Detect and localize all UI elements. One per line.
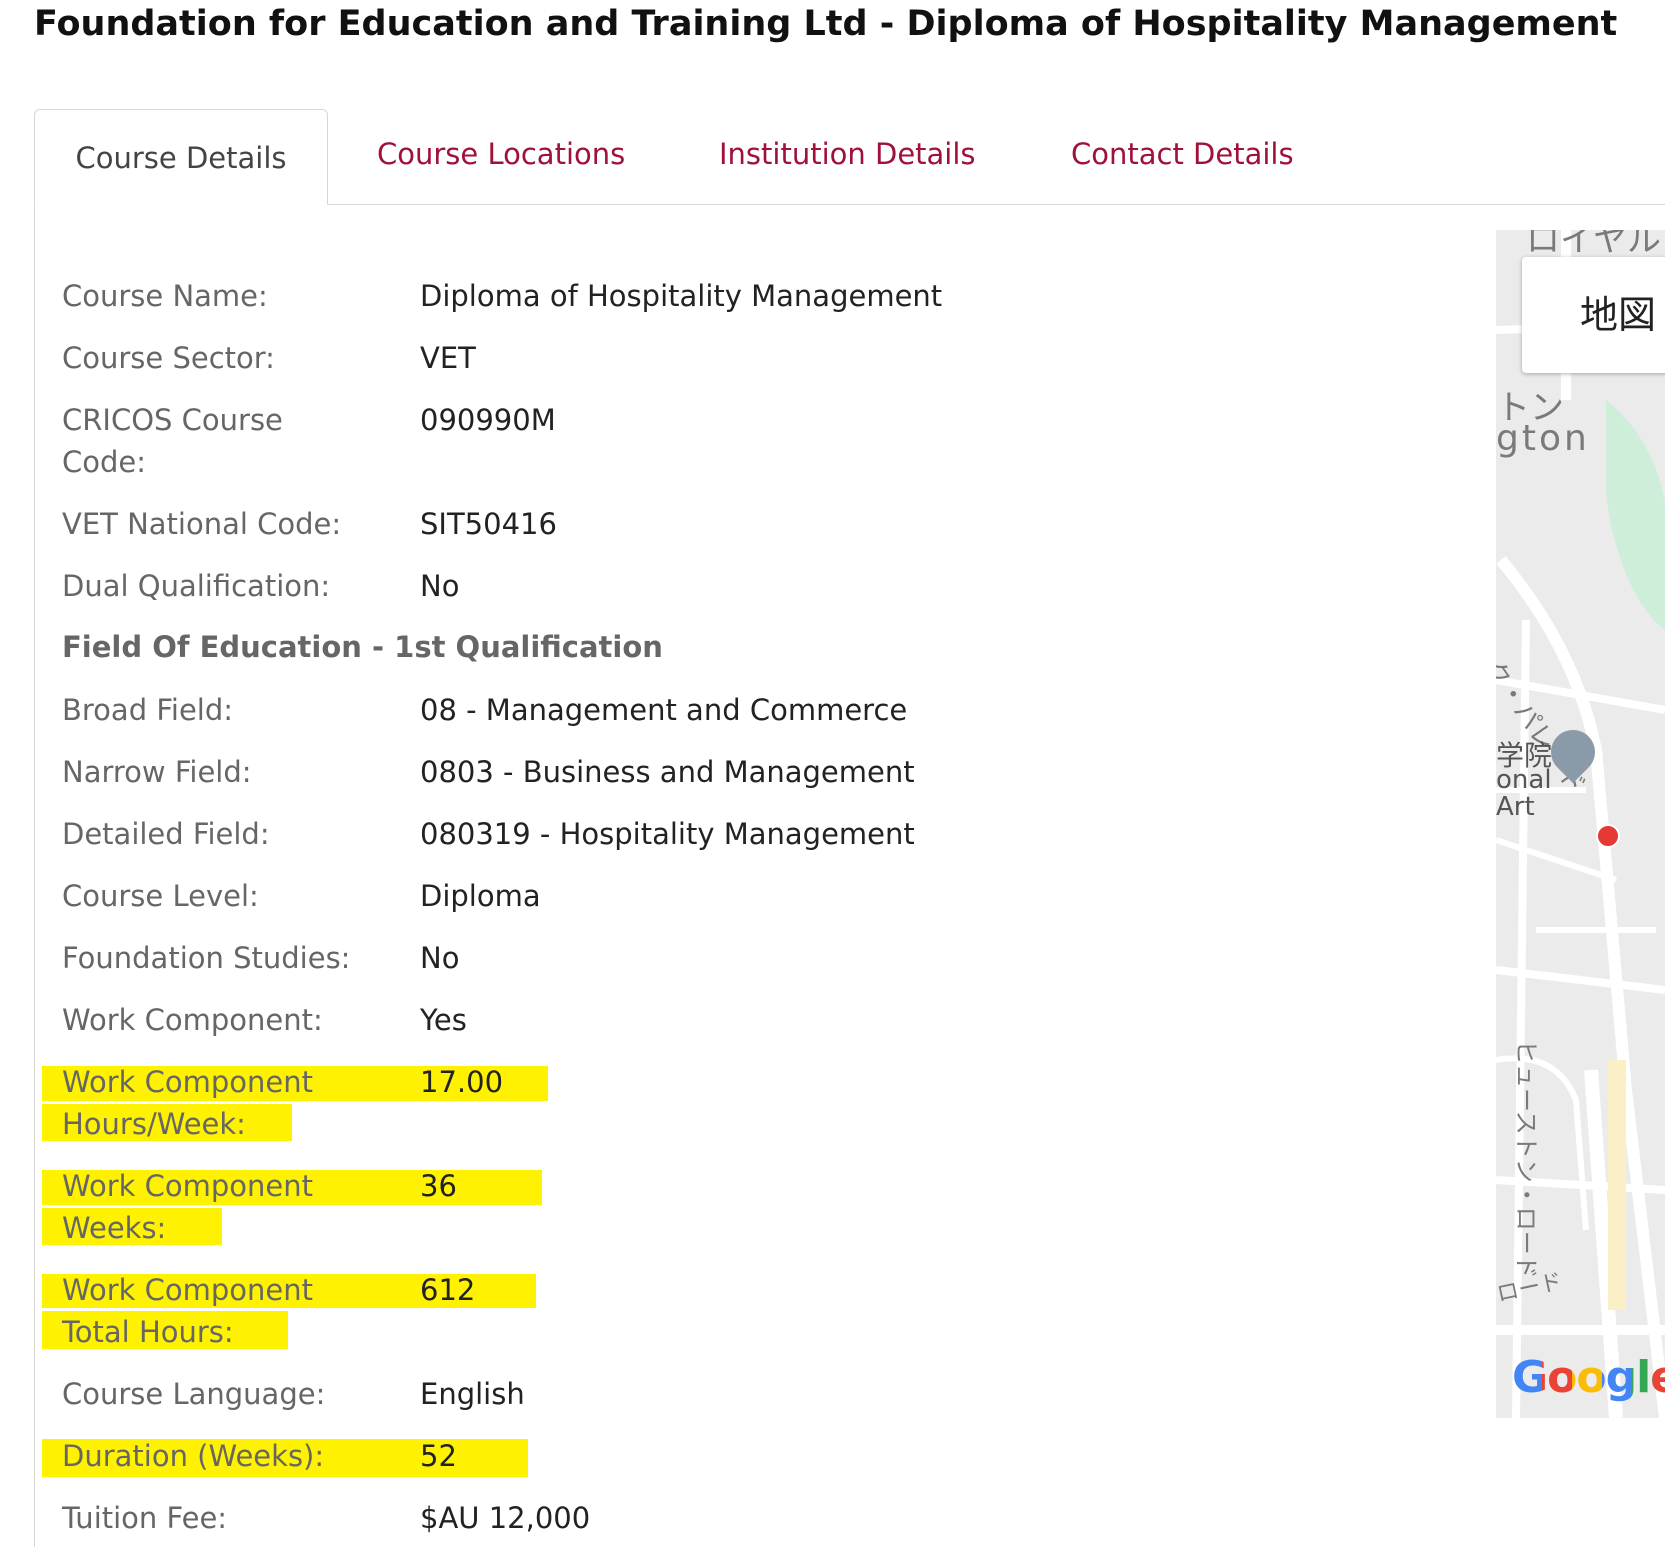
detail-label: Work Component Total Hours: bbox=[62, 1273, 314, 1349]
content-panel-border bbox=[34, 204, 35, 1547]
map-label: Art bbox=[1496, 792, 1535, 822]
google-attribution: Google bbox=[1512, 1352, 1665, 1403]
detail-value: Yes bbox=[420, 1003, 467, 1037]
location-map[interactable]: 地図 ロイヤル トン gton ック・パレード 学院 onal Art ヒュース… bbox=[1496, 230, 1665, 1418]
detail-label: Dual Qualification: bbox=[62, 569, 331, 603]
tab-contact-details[interactable]: Contact Details bbox=[1071, 134, 1294, 174]
page-title: Foundation for Education and Training Lt… bbox=[34, 4, 1618, 44]
detail-label: Broad Field: bbox=[62, 693, 234, 727]
detail-value: 090990M bbox=[420, 403, 556, 437]
detail-value: SIT50416 bbox=[420, 507, 557, 541]
detail-label: Work Component Weeks: bbox=[62, 1169, 314, 1245]
map-label: onal bbox=[1496, 765, 1552, 795]
detail-value: $AU 12,000 bbox=[420, 1501, 591, 1535]
tab-course-locations[interactable]: Course Locations bbox=[377, 134, 625, 174]
detail-label: Course Sector: bbox=[62, 341, 275, 375]
map-label: ヒューストン・ロード bbox=[1512, 1040, 1540, 1279]
detail-label: Detailed Field: bbox=[62, 817, 270, 851]
place-marker-icon[interactable] bbox=[1596, 824, 1620, 848]
detail-label: Course Level: bbox=[62, 879, 259, 913]
detail-value: 17.00 bbox=[420, 1065, 504, 1099]
detail-value: 080319 - Hospitality Management bbox=[420, 817, 915, 851]
section-heading-field-of-education: Field Of Education - 1st Qualification bbox=[62, 630, 663, 664]
detail-label: Duration (Weeks): bbox=[62, 1439, 325, 1473]
detail-value: 612 bbox=[420, 1273, 476, 1307]
detail-label: CRICOS Course Code: bbox=[62, 403, 283, 479]
detail-value: 0803 - Business and Management bbox=[420, 755, 915, 789]
detail-label: Foundation Studies: bbox=[62, 941, 351, 975]
detail-label: VET National Code: bbox=[62, 507, 342, 541]
detail-value: 08 - Management and Commerce bbox=[420, 693, 908, 727]
map-type-button[interactable]: 地図 bbox=[1522, 257, 1665, 373]
map-label: ロイヤル bbox=[1526, 230, 1661, 260]
detail-value: Diploma of Hospitality Management bbox=[420, 279, 943, 313]
detail-value: 36 bbox=[420, 1169, 457, 1203]
detail-label: Tuition Fee: bbox=[62, 1501, 228, 1535]
detail-value: VET bbox=[420, 341, 476, 375]
tabs-divider bbox=[312, 204, 1665, 205]
detail-value: English bbox=[420, 1377, 525, 1411]
detail-value: 52 bbox=[420, 1439, 457, 1473]
detail-label: Course Language: bbox=[62, 1377, 326, 1411]
detail-value: Diploma bbox=[420, 879, 541, 913]
detail-value: No bbox=[420, 569, 460, 603]
detail-label: Course Name: bbox=[62, 279, 268, 313]
map-label: gton bbox=[1496, 418, 1590, 459]
detail-label: Work Component Hours/Week: bbox=[62, 1065, 314, 1141]
tab-course-details[interactable]: Course Details bbox=[34, 109, 328, 205]
detail-label: Narrow Field: bbox=[62, 755, 252, 789]
tab-institution-details[interactable]: Institution Details bbox=[719, 134, 976, 174]
detail-value: No bbox=[420, 941, 460, 975]
google-logo: Google bbox=[1512, 1352, 1665, 1403]
detail-label: Work Component: bbox=[62, 1003, 323, 1037]
